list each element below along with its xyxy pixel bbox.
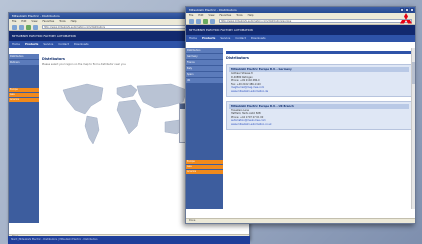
- front-status-bar: Done: [186, 218, 415, 223]
- sidebar-item-america[interactable]: America: [186, 170, 223, 174]
- back-arrow-icon[interactable]: [12, 24, 17, 30]
- nav-service[interactable]: Service: [43, 41, 53, 48]
- sidebar-item-distributors[interactable]: Distributors: [9, 54, 39, 59]
- sidebar-item-europe[interactable]: Europe: [9, 88, 39, 92]
- nav-products[interactable]: Products: [25, 41, 38, 48]
- menu-file[interactable]: File: [12, 19, 16, 24]
- refresh-icon[interactable]: [26, 24, 31, 30]
- menu-view[interactable]: View: [31, 19, 37, 24]
- home-icon[interactable]: [33, 24, 38, 30]
- map-north-america: [62, 83, 104, 115]
- home-icon[interactable]: [210, 18, 215, 24]
- sidebar-item-distributors[interactable]: Distributors: [186, 48, 223, 53]
- sidebar-item-spain[interactable]: Spain: [186, 72, 223, 77]
- forward-arrow-icon[interactable]: [19, 24, 24, 30]
- distributor-card: Mitsubishi Electric Europe B.V. - UK Bra…: [226, 100, 412, 130]
- sidebar-item-france[interactable]: France: [186, 60, 223, 65]
- nav-service[interactable]: Service: [220, 35, 230, 42]
- website-link[interactable]: www.mitsubishi-automation.de: [229, 90, 409, 94]
- taskbar[interactable]: Start | Mitsubishi Electric - Distributo…: [8, 236, 250, 244]
- menu-favorites[interactable]: Favorites: [220, 13, 232, 18]
- nav-home[interactable]: Home: [12, 41, 20, 48]
- map-south-america: [84, 115, 100, 145]
- sidebar-item-uk[interactable]: UK: [186, 78, 223, 83]
- map-africa: [116, 99, 142, 135]
- sidebar-item-europe[interactable]: Europe: [186, 160, 223, 164]
- sidebar-item-germany[interactable]: Germany: [186, 54, 223, 59]
- front-sidebar: Distributors Germany France Italy Spain …: [186, 48, 223, 209]
- nav-contact[interactable]: Contact: [235, 35, 245, 42]
- menu-help[interactable]: Help: [71, 19, 77, 24]
- sidebar-item-asia[interactable]: Asia: [186, 165, 223, 169]
- sidebar-item-asia[interactable]: Asia: [9, 93, 39, 97]
- front-toolbar: http://www.mitsubishi-automation.com/dis…: [186, 18, 415, 25]
- menu-help[interactable]: Help: [248, 13, 254, 18]
- front-browser-window: Mitsubishi Electric - Distributors File …: [185, 6, 416, 224]
- front-titlebar: Mitsubishi Electric - Distributors: [186, 7, 415, 13]
- menu-file[interactable]: File: [189, 13, 193, 18]
- front-main-nav: Home Products Service Contact Downloads: [186, 35, 415, 42]
- website-link[interactable]: www.mitsubishi-automation.co.uk: [229, 123, 409, 127]
- nav-home[interactable]: Home: [189, 35, 197, 42]
- menu-view[interactable]: View: [208, 13, 214, 18]
- scrollbar-thumb[interactable]: [412, 62, 415, 84]
- content-top-rule: [226, 51, 412, 54]
- menu-tools[interactable]: Tools: [236, 13, 242, 18]
- sidebar-item-italy[interactable]: Italy: [186, 66, 223, 71]
- front-window-title: Mitsubishi Electric - Distributors: [189, 8, 237, 12]
- nav-downloads[interactable]: Downloads: [74, 41, 89, 48]
- back-sidebar: Distributors Partners Europe Asia Americ…: [9, 54, 39, 223]
- back-window-title: Mitsubishi Electric - Distributors: [12, 14, 60, 18]
- sidebar-item-partners[interactable]: Partners: [9, 60, 39, 65]
- sidebar-item-america[interactable]: America: [9, 98, 39, 102]
- refresh-icon[interactable]: [203, 18, 208, 24]
- front-site-banner: MITSUBISHI ELECTRIC FACTORY AUTOMATION: [186, 25, 415, 35]
- nav-products[interactable]: Products: [202, 35, 215, 42]
- menu-favorites[interactable]: Favorites: [43, 19, 55, 24]
- map-europe: [116, 84, 138, 99]
- page-title: Distributors: [226, 56, 249, 60]
- forward-arrow-icon[interactable]: [196, 18, 201, 24]
- menu-edit[interactable]: Edit: [198, 13, 203, 18]
- menu-tools[interactable]: Tools: [59, 19, 65, 24]
- mitsubishi-logo-icon: [400, 13, 412, 24]
- vertical-scrollbar[interactable]: [411, 48, 415, 209]
- menu-edit[interactable]: Edit: [21, 19, 26, 24]
- nav-contact[interactable]: Contact: [58, 41, 68, 48]
- front-address-bar[interactable]: http://www.mitsubishi-automation.com/dis…: [219, 19, 412, 23]
- nav-downloads[interactable]: Downloads: [251, 35, 266, 42]
- distributor-card: Mitsubishi Electric Europe B.V. - German…: [226, 64, 412, 97]
- back-arrow-icon[interactable]: [189, 18, 194, 24]
- front-content: Distributors Mitsubishi Electric Europe …: [223, 48, 415, 209]
